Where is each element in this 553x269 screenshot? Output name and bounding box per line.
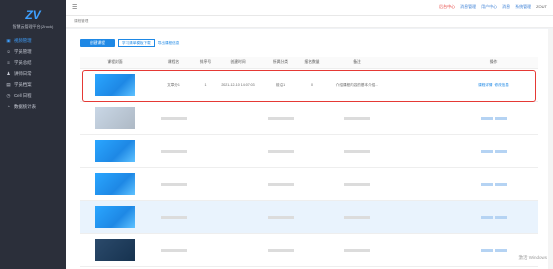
teacher-icon: ♟ <box>6 70 11 76</box>
blurred-cell <box>160 248 187 252</box>
sidebar-item-teacher[interactable]: ♟ 讲师日常 <box>0 68 66 79</box>
top-link-messages[interactable]: 消息管理 <box>460 4 476 10</box>
video-icon: ▣ <box>6 37 11 43</box>
col-created: 创建时间 <box>230 60 246 64</box>
row-actions <box>449 149 538 153</box>
top-links: 后台中心 消息管理 用户中心 消息 系统管理 ZOUT <box>439 4 547 10</box>
action-bar: 创建课程 学习清单模板下载 导出课程信息 <box>80 39 539 47</box>
user-menu[interactable]: ZOUT <box>536 4 547 10</box>
sidebar-item-archive[interactable]: ▤ 学员档案 <box>0 79 66 90</box>
tab-course-management[interactable]: 课程管理 <box>74 19 88 24</box>
blurred-cell <box>344 248 370 252</box>
sidebar-item-students[interactable]: ☺ 学员管理 <box>0 46 66 57</box>
summary-icon: ≡ <box>7 60 10 65</box>
blurred-link[interactable] <box>480 248 493 252</box>
sidebar-item-calendar[interactable]: ◷ Cell 日程 <box>0 90 66 101</box>
col-category: 所属分类 <box>272 60 289 64</box>
course-thumbnail[interactable] <box>95 239 135 261</box>
top-link-user-center[interactable]: 用户中心 <box>481 4 497 10</box>
blurred-cell <box>267 149 294 153</box>
blurred-link[interactable] <box>480 215 493 219</box>
blurred-link[interactable] <box>494 215 507 219</box>
blurred-cell <box>160 215 187 219</box>
export-link[interactable]: 导出课程信息 <box>158 41 180 46</box>
top-link-home[interactable]: 后台中心 <box>439 4 455 10</box>
col-count: 报名数量 <box>304 60 320 64</box>
archive-icon: ▤ <box>6 81 11 87</box>
row-actions <box>449 116 538 120</box>
blurred-link[interactable] <box>480 116 493 120</box>
blurred-link[interactable] <box>480 149 493 153</box>
table-row[interactable] <box>80 135 538 168</box>
sidebar-item-stats[interactable]: ◔ 数据统计表 <box>0 101 66 112</box>
sidebar-item-label: 学员管理 <box>14 48 32 54</box>
brand-name: 智慧云管理平台(Zrock) <box>12 24 54 29</box>
menu-toggle-icon[interactable]: ☰ <box>72 4 77 11</box>
blurred-cell <box>344 182 370 186</box>
table-row[interactable] <box>80 234 538 267</box>
blurred-link[interactable] <box>494 182 507 186</box>
col-cover: 课程封面 <box>107 60 123 64</box>
blurred-cell <box>344 149 370 153</box>
col-order: 排序号 <box>199 60 212 64</box>
col-note: 备注 <box>353 60 361 64</box>
course-thumbnail[interactable] <box>95 107 135 129</box>
sidebar-item-label: 数据统计表 <box>14 103 36 109</box>
chart-icon: ◔ <box>7 104 10 109</box>
col-ops: 操作 <box>489 60 498 64</box>
course-thumbnail[interactable] <box>95 173 135 195</box>
table-row[interactable] <box>80 102 538 135</box>
top-bar: ☰ 后台中心 消息管理 用户中心 消息 系统管理 ZOUT <box>66 0 553 16</box>
blurred-cell <box>267 248 294 252</box>
sidebar: ZV 智慧云管理平台(Zrock) ▣ 视频管理 ☺ 学员管理 ≡ 学员总结 ♟… <box>0 0 66 269</box>
sidebar-item-label: Cell 日程 <box>14 92 32 98</box>
table-row[interactable] <box>80 201 538 234</box>
blurred-cell <box>267 182 294 186</box>
row-actions <box>449 182 538 186</box>
blurred-link[interactable] <box>494 248 507 252</box>
user-icon: ☺ <box>6 49 11 54</box>
blurred-cell <box>160 182 187 186</box>
row-actions <box>449 215 538 219</box>
col-name: 课程名 <box>167 60 180 64</box>
blurred-cell <box>344 116 370 120</box>
sidebar-item-label: 讲师日常 <box>14 70 32 76</box>
top-link-notices[interactable]: 消息 <box>502 4 510 10</box>
scrollbar[interactable] <box>548 29 553 269</box>
blurred-cell <box>160 116 187 120</box>
download-template-button[interactable]: 学习清单模板下载 <box>118 39 155 47</box>
blurred-cell <box>344 215 370 219</box>
sidebar-item-summary[interactable]: ≡ 学员总结 <box>0 57 66 68</box>
blurred-cell <box>267 215 294 219</box>
windows-activation-watermark: 激活 Windows <box>518 255 547 260</box>
blurred-link[interactable] <box>494 149 507 153</box>
top-link-system[interactable]: 系统管理 <box>515 4 531 10</box>
logo-mark: ZV <box>25 8 41 22</box>
sidebar-item-video[interactable]: ▣ 视频管理 <box>0 35 66 46</box>
table-row[interactable] <box>80 168 538 201</box>
selection-highlight <box>82 70 536 102</box>
blurred-cell <box>267 116 294 120</box>
table-header: 课程封面 课程名 排序号 创建时间 所属分类 报名数量 备注 操作 <box>80 57 538 69</box>
sidebar-menu: ▣ 视频管理 ☺ 学员管理 ≡ 学员总结 ♟ 讲师日常 ▤ 学员档案 ◷ Cel… <box>0 35 66 112</box>
create-course-button[interactable]: 创建课程 <box>80 39 115 47</box>
course-thumbnail[interactable] <box>95 140 135 162</box>
blurred-link[interactable] <box>480 182 493 186</box>
course-thumbnail[interactable] <box>95 206 135 228</box>
sidebar-item-label: 学员档案 <box>14 81 32 87</box>
blurred-link[interactable] <box>494 116 507 120</box>
blurred-cell <box>160 149 187 153</box>
sidebar-item-label: 视频管理 <box>14 37 32 43</box>
sidebar-item-label: 学员总结 <box>14 59 32 65</box>
row-actions <box>449 248 538 252</box>
calendar-icon: ◷ <box>6 92 11 98</box>
page-tab: 课程管理 <box>66 16 553 28</box>
